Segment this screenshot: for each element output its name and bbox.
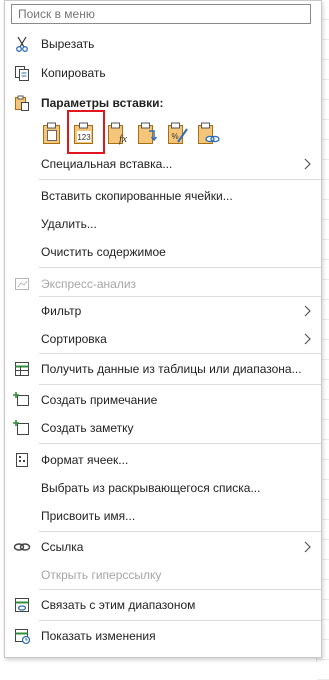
define-name-label: Присвоить имя... xyxy=(41,509,136,523)
separator xyxy=(39,267,321,268)
separator xyxy=(39,179,321,180)
delete-label: Удалить... xyxy=(41,217,97,231)
sort-item[interactable]: Сортировка xyxy=(5,326,321,352)
svg-text:fx: fx xyxy=(119,133,127,145)
new-note-label: Создать заметку xyxy=(41,421,134,435)
get-data-item[interactable]: Получить данные из таблицы или диапазона… xyxy=(5,356,321,382)
cut-label: Вырезать xyxy=(41,37,95,51)
format-cells-icon xyxy=(13,451,31,469)
show-changes-item[interactable]: Показать изменения xyxy=(5,623,321,649)
filter-label: Фильтр xyxy=(41,304,82,318)
table-icon xyxy=(13,360,31,378)
link-to-range-label: Связать с этим диапазоном xyxy=(41,598,196,612)
chevron-right-icon xyxy=(303,332,313,346)
paste-options-header: Параметры вставки: xyxy=(5,90,321,116)
pick-from-list-item[interactable]: Выбрать из раскрывающегося списка... xyxy=(5,475,321,501)
separator xyxy=(39,589,321,590)
open-hyperlink-item: Открыть гиперссылку xyxy=(5,562,321,588)
separator xyxy=(39,443,321,444)
chevron-right-icon xyxy=(303,157,313,171)
svg-text:%: % xyxy=(171,132,178,141)
paste-link-button[interactable] xyxy=(195,117,221,147)
link-item[interactable]: Ссылка xyxy=(5,534,321,560)
paint-brush-icon: % xyxy=(165,117,191,147)
search-input[interactable] xyxy=(11,4,311,24)
clear-contents-label: Очистить содержимое xyxy=(41,245,166,259)
quick-analysis-item: Экспресс-анализ xyxy=(5,271,321,297)
paste-link-icon xyxy=(195,117,221,147)
delete-item[interactable]: Удалить... xyxy=(5,211,321,237)
pick-from-list-label: Выбрать из раскрывающегося списка... xyxy=(41,481,261,495)
new-comment-label: Создать примечание xyxy=(41,393,158,407)
paste-special-label: Специальная вставка... xyxy=(41,157,173,171)
paste-formatting-button[interactable]: % xyxy=(165,117,191,147)
show-changes-icon xyxy=(13,627,31,645)
copy-label: Копировать xyxy=(41,66,106,80)
new-note-icon xyxy=(13,419,31,437)
paste-formulas-icon: fx xyxy=(105,117,131,147)
link-to-range-item[interactable]: Связать с этим диапазоном xyxy=(5,592,321,618)
transpose-icon xyxy=(135,117,161,147)
separator xyxy=(39,296,321,297)
paste-icon xyxy=(39,117,65,147)
insert-copied-cells-label: Вставить скопированные ячейки... xyxy=(41,189,233,203)
separator xyxy=(39,384,321,385)
link-range-icon xyxy=(13,596,31,614)
chevron-right-icon xyxy=(303,540,313,554)
insert-copied-cells-item[interactable]: Вставить скопированные ячейки... xyxy=(5,183,321,209)
show-changes-label: Показать изменения xyxy=(41,629,156,643)
filter-item[interactable]: Фильтр xyxy=(5,298,321,324)
paste-formulas-button[interactable]: fx xyxy=(105,117,131,147)
clipboard-icon xyxy=(13,94,31,112)
scissors-icon xyxy=(13,35,31,53)
format-cells-item[interactable]: Формат ячеек... xyxy=(5,447,321,473)
paste-options-label: Параметры вставки: xyxy=(41,96,164,110)
link-icon xyxy=(13,538,31,556)
define-name-item[interactable]: Присвоить имя... xyxy=(5,503,321,529)
open-hyperlink-label: Открыть гиперссылку xyxy=(41,568,162,582)
paste-special-item[interactable]: Специальная вставка... xyxy=(5,151,321,177)
new-note-item[interactable]: Создать заметку xyxy=(5,415,321,441)
quick-analysis-icon xyxy=(13,275,31,293)
copy-icon xyxy=(13,64,31,82)
get-data-label: Получить данные из таблицы или диапазона… xyxy=(41,362,302,376)
chevron-right-icon xyxy=(303,304,313,318)
paste-button[interactable] xyxy=(39,117,65,147)
format-cells-label: Формат ячеек... xyxy=(41,453,129,467)
new-comment-item[interactable]: Создать примечание xyxy=(5,387,321,413)
separator xyxy=(39,620,321,621)
link-label: Ссылка xyxy=(41,540,84,554)
paste-transpose-button[interactable] xyxy=(135,117,161,147)
cut-item[interactable]: Вырезать xyxy=(5,31,321,57)
copy-item[interactable]: Копировать xyxy=(5,60,321,86)
sort-label: Сортировка xyxy=(41,332,107,346)
clear-contents-item[interactable]: Очистить содержимое xyxy=(5,239,321,265)
context-menu: Вырезать Копировать Параметры вставки: 1… xyxy=(4,0,322,658)
quick-analysis-label: Экспресс-анализ xyxy=(41,277,137,291)
new-comment-icon xyxy=(13,391,31,409)
separator xyxy=(39,353,321,354)
selection-highlight xyxy=(67,110,105,154)
separator xyxy=(39,531,321,532)
